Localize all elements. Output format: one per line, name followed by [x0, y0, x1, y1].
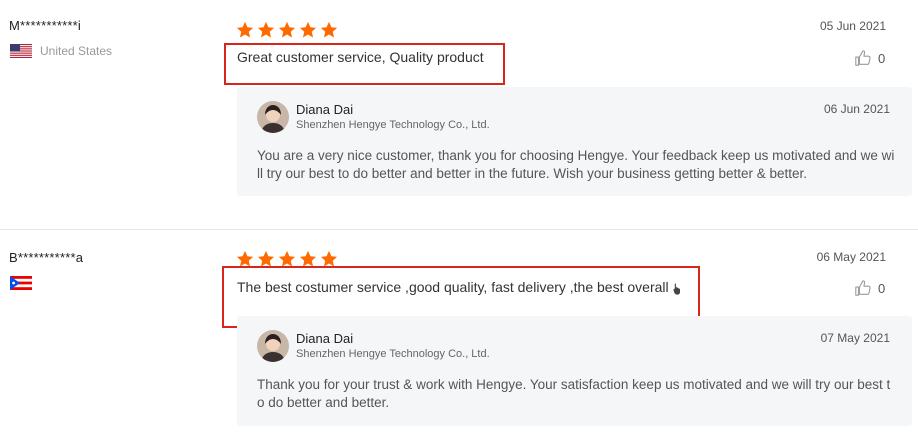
us-flag-icon [10, 44, 32, 58]
review-text-line: The best costumer service ,good quality,… [237, 279, 685, 295]
review-item: M***********i United States 05 Jun 2021 … [0, 0, 918, 229]
helpful-count: 0 [878, 50, 886, 66]
seller-reply: Diana Dai Shenzhen Hengye Technology Co.… [237, 87, 912, 196]
seller-reply: Diana Dai Shenzhen Hengye Technology Co.… [237, 316, 912, 426]
review-date: 05 Jun 2021 [819, 19, 886, 33]
reply-date: 06 Jun 2021 [823, 102, 890, 116]
helpful-button[interactable]: 0 [854, 49, 885, 67]
reply-text: Thank you for your trust & work with Hen… [257, 377, 891, 410]
thumbs-up-icon [855, 50, 871, 66]
review-text: The best costumer service ,good quality,… [237, 279, 669, 295]
reply-date: 07 May 2021 [820, 331, 890, 345]
star-icon [257, 21, 275, 38]
buyer-name: M***********i [9, 18, 81, 33]
pointing-hand-icon [672, 283, 680, 295]
star-icon [320, 21, 338, 38]
buyer-name: B***********a [9, 250, 84, 265]
helpful-count: 0 [878, 280, 886, 296]
thumbs-up-icon [855, 280, 871, 296]
reply-text: You are a very nice customer, thank you … [257, 148, 895, 181]
review-date: 06 May 2021 [816, 250, 886, 264]
seller-name: Diana Dai [296, 102, 354, 117]
star-icon [278, 21, 296, 38]
company-name: Shenzhen Hengye Technology Co., Ltd. [296, 348, 490, 360]
helpful-button[interactable]: 0 [854, 279, 885, 297]
review-item: B***********a 06 May 2021 The best costu… [0, 229, 918, 434]
company-name: Shenzhen Hengye Technology Co., Ltd. [296, 119, 490, 131]
puerto-rico-flag-icon [10, 276, 32, 290]
avatar [257, 330, 289, 362]
avatar [257, 101, 289, 133]
star-icon [236, 21, 254, 38]
rating-stars [236, 21, 338, 39]
buyer-country: United States [40, 44, 113, 58]
seller-name: Diana Dai [296, 331, 354, 346]
review-text: Great customer service, Quality product [237, 49, 484, 65]
star-icon [299, 21, 317, 38]
